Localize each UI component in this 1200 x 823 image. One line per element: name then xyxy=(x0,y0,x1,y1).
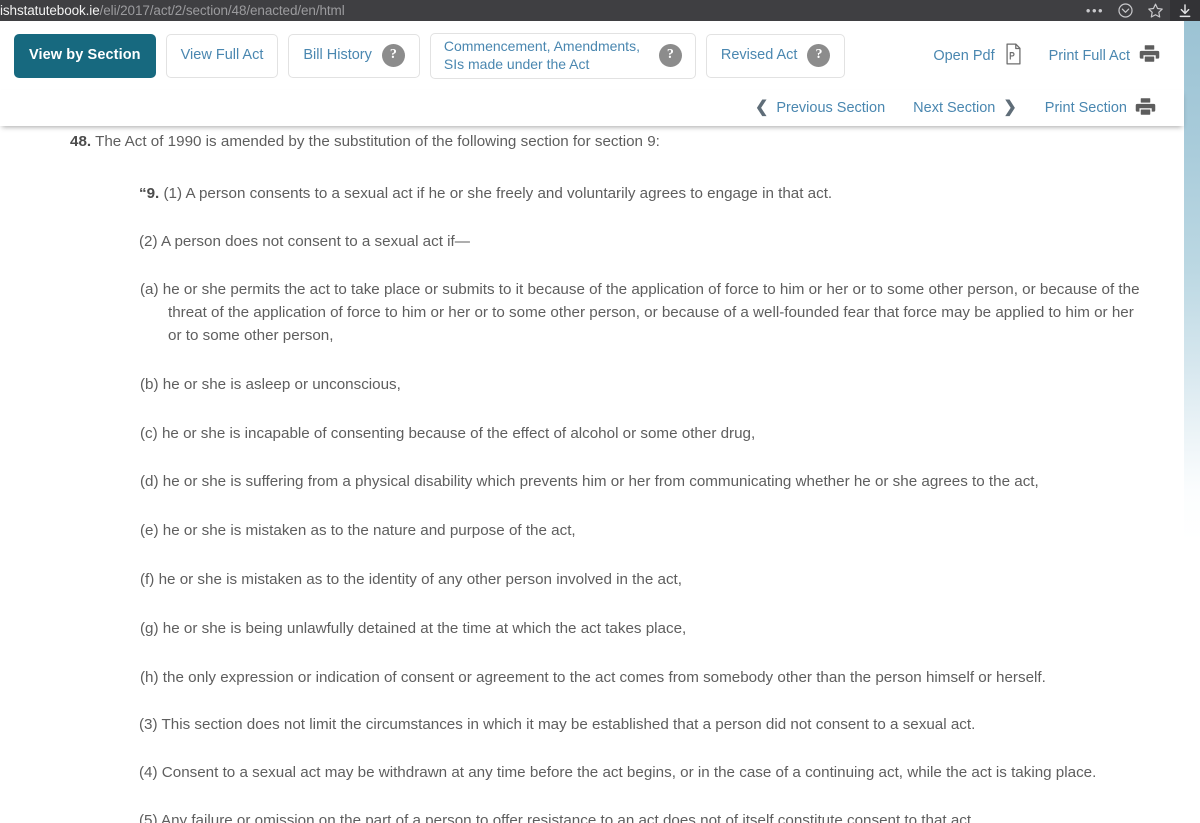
quoted-section-number: “9. xyxy=(139,184,160,202)
help-icon[interactable]: ? xyxy=(658,44,682,67)
bill-history-label: Bill History xyxy=(303,46,372,63)
item-label: (b) xyxy=(140,375,159,393)
item-text: he or she is mistaken as to the identity… xyxy=(158,570,682,588)
url-path: /eli/2017/act/2/section/48/enacted/en/ht… xyxy=(99,3,345,18)
print-full-act-link[interactable]: Print Full Act xyxy=(1049,44,1160,67)
subsection-2: (2) A person does not consent to a sexua… xyxy=(139,232,470,250)
item-label: (h) xyxy=(140,668,159,686)
url-text[interactable]: ishstatutebook.ie/eli/2017/act/2/section… xyxy=(0,0,1080,21)
star-icon[interactable] xyxy=(1140,0,1170,21)
view-by-section-label: View by Section xyxy=(29,46,141,63)
item-text: he or she is incapable of consenting bec… xyxy=(161,424,756,442)
pocket-save-icon[interactable] xyxy=(1110,0,1140,21)
chevron-right-icon: ❯ xyxy=(1003,99,1017,116)
subsection-3: (3) This section does not limit the circ… xyxy=(139,716,976,734)
printer-icon xyxy=(1139,44,1160,67)
list-item: (h) the only expression or indication of… xyxy=(70,641,1144,690)
item-text: the only expression or indication of con… xyxy=(162,668,1046,686)
help-icon[interactable]: ? xyxy=(807,44,831,67)
item-text: he or she is suffering from a physical d… xyxy=(162,473,1039,491)
print-full-act-label: Print Full Act xyxy=(1048,47,1130,64)
url-domain: ishstatutebook.ie xyxy=(0,3,100,18)
item-label: (d) xyxy=(140,473,159,491)
chevron-left-icon: ❮ xyxy=(754,99,769,116)
item-text: he or she is being unlawfully detained a… xyxy=(162,619,687,637)
item-label: (e) xyxy=(140,522,159,540)
previous-section-label: Previous Section xyxy=(776,100,886,116)
print-section-label: Print Section xyxy=(1044,100,1127,116)
item-text: he or she is mistaken as to the nature a… xyxy=(162,522,576,540)
commencement-amendments-button[interactable]: Commencement, Amendments, SIs made under… xyxy=(429,32,696,79)
list-item: (a) he or she permits the act to take pl… xyxy=(70,253,1144,347)
help-icon[interactable]: ? xyxy=(381,44,405,67)
printer-icon xyxy=(1135,97,1156,120)
item-label: (a) xyxy=(140,281,159,299)
act-section-content: 48. The Act of 1990 is amended by the su… xyxy=(0,126,1184,823)
view-full-act-button[interactable]: View Full Act xyxy=(165,33,279,78)
next-section-link[interactable]: Next Section ❯ xyxy=(913,99,1017,117)
list-item: (c) he or she is incapable of consenting… xyxy=(70,397,1144,446)
item-label: (f) xyxy=(140,570,155,588)
revised-act-button[interactable]: Revised Act ? xyxy=(705,33,846,78)
subsection-5: (5) Any failure or omission on the part … xyxy=(139,811,976,823)
section-number: 48. xyxy=(70,133,92,150)
download-icon[interactable] xyxy=(1170,0,1200,21)
pdf-icon xyxy=(1004,42,1023,69)
quoted-subsection-1: “9. (1) A person consents to a sexual ac… xyxy=(70,154,1144,206)
toolbar-actions: Open Pdf Print Full Act xyxy=(933,42,1170,69)
list-item: (f) he or she is mistaken as to the iden… xyxy=(70,543,1144,592)
list-item: (g) he or she is being unlawfully detain… xyxy=(70,592,1144,641)
view-by-section-button[interactable]: View by Section xyxy=(14,33,156,78)
page-background-band xyxy=(1184,21,1200,823)
page-root: ishstatutebook.ie/eli/2017/act/2/section… xyxy=(0,0,1200,823)
item-text: he or she permits the act to take place … xyxy=(162,281,1140,344)
site-toolbar-area: View by Section View Full Act Bill Histo… xyxy=(0,21,1184,90)
item-label: (c) xyxy=(140,424,158,442)
open-pdf-link[interactable]: Open Pdf xyxy=(933,42,1023,69)
previous-section-link[interactable]: ❮ Previous Section xyxy=(754,99,886,117)
list-item: (e) he or she is mistaken as to the natu… xyxy=(70,494,1144,543)
subsection-1-text: (1) A person consents to a sexual act if… xyxy=(163,184,833,202)
section-lead-paragraph: 48. The Act of 1990 is amended by the su… xyxy=(70,126,1144,154)
browser-url-bar[interactable]: ishstatutebook.ie/eli/2017/act/2/section… xyxy=(0,0,1200,21)
section-lead-text: The Act of 1990 is amended by the substi… xyxy=(95,133,660,150)
open-pdf-label: Open Pdf xyxy=(933,47,995,64)
item-label: (g) xyxy=(140,619,159,637)
subsection-4: (4) Consent to a sexual act may be withd… xyxy=(139,764,1097,782)
overflow-menu-icon[interactable]: ••• xyxy=(1080,0,1110,21)
list-item: (d) he or she is suffering from a physic… xyxy=(70,445,1144,494)
browser-icon-group: ••• xyxy=(1080,0,1200,21)
print-section-link[interactable]: Print Section xyxy=(1045,97,1156,120)
next-section-label: Next Section xyxy=(913,100,996,116)
view-full-act-label: View Full Act xyxy=(180,46,264,63)
revised-act-label: Revised Act xyxy=(720,46,798,63)
commencement-amendments-label: Commencement, Amendments, SIs made under… xyxy=(443,38,640,72)
item-text: he or she is asleep or unconscious, xyxy=(162,375,401,393)
section-navigation-bar: ❮ Previous Section Next Section ❯ Print … xyxy=(0,90,1184,126)
act-view-toolbar: View by Section View Full Act Bill Histo… xyxy=(0,21,1184,90)
bill-history-button[interactable]: Bill History ? xyxy=(288,33,420,78)
list-item: (b) he or she is asleep or unconscious, xyxy=(70,348,1144,397)
